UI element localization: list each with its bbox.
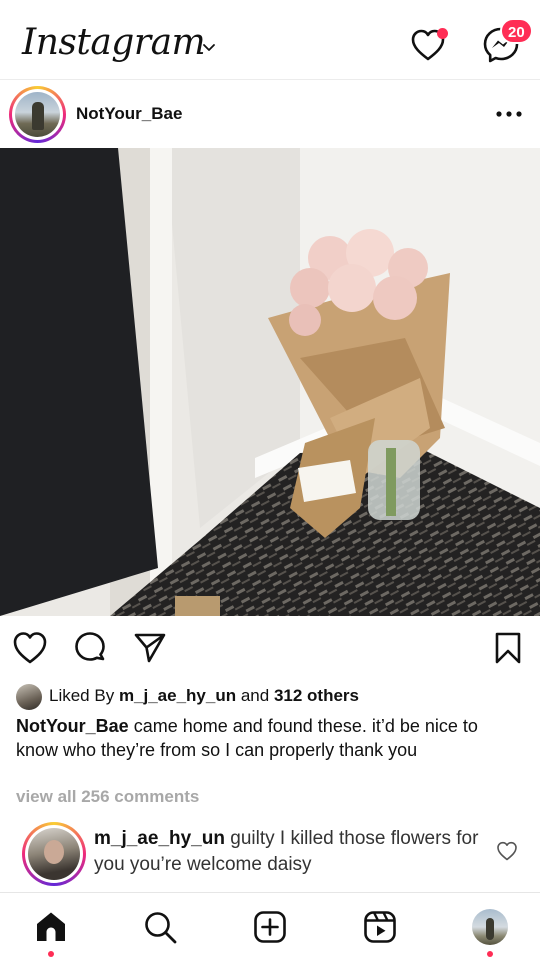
post-header: NotYour_Bae <box>0 80 540 148</box>
avatar-image <box>15 92 60 137</box>
profile-avatar-figure <box>486 918 494 940</box>
home-icon[interactable] <box>33 909 69 945</box>
bottom-nav <box>0 892 540 960</box>
commenter-face <box>44 840 64 864</box>
post-image[interactable] <box>0 148 540 616</box>
liked-by-prefix: Liked By <box>49 686 119 705</box>
profile-notification-dot <box>487 951 493 957</box>
avatar-figure <box>32 102 44 130</box>
chevron-down-icon[interactable] <box>202 40 216 54</box>
post-photo-illustration <box>0 148 540 616</box>
create-post-icon[interactable] <box>252 909 288 945</box>
comment-like-heart-icon[interactable] <box>496 840 518 862</box>
notification-dot <box>437 28 448 39</box>
comment-icon[interactable] <box>72 630 108 666</box>
likes-text[interactable]: Liked By m_j_ae_hy_un and 312 others <box>49 686 359 706</box>
commenter-avatar[interactable] <box>22 822 86 886</box>
home-notification-dot <box>48 951 54 957</box>
reels-icon[interactable] <box>362 909 398 945</box>
liked-by-and: and <box>236 686 274 705</box>
more-options-icon[interactable] <box>494 106 526 122</box>
likes-row: Liked By m_j_ae_hy_un and 312 others <box>16 682 526 710</box>
liked-by-others[interactable]: 312 others <box>274 686 359 705</box>
comment-preview: m_j_ae_hy_un guilty I killed those flowe… <box>0 822 540 888</box>
post-username[interactable]: NotYour_Bae <box>76 104 182 124</box>
instagram-logo[interactable]: Instagram <box>22 22 206 63</box>
comment-text: m_j_ae_hy_un guilty I killed those flowe… <box>94 826 484 878</box>
liked-by-avatar[interactable] <box>16 684 42 710</box>
liked-by-user[interactable]: m_j_ae_hy_un <box>119 686 236 705</box>
avatar-inner <box>12 89 63 140</box>
comment-username[interactable]: m_j_ae_hy_un <box>94 828 225 849</box>
view-all-comments-link[interactable]: view all 256 comments <box>16 787 199 807</box>
profile-avatar[interactable] <box>472 909 508 945</box>
post-actions <box>0 616 540 680</box>
caption-username[interactable]: NotYour_Bae <box>16 716 129 736</box>
messages-badge: 20 <box>500 18 533 44</box>
app-header: Instagram 20 <box>0 0 540 80</box>
like-heart-icon[interactable] <box>12 630 48 666</box>
post-caption: NotYour_Bae came home and found these. i… <box>16 714 522 762</box>
commenter-avatar-image <box>28 828 80 880</box>
bookmark-icon[interactable] <box>490 630 526 666</box>
avatar[interactable] <box>9 86 66 143</box>
search-icon[interactable] <box>142 909 178 945</box>
commenter-avatar-inner <box>25 825 83 883</box>
share-icon[interactable] <box>132 630 168 666</box>
